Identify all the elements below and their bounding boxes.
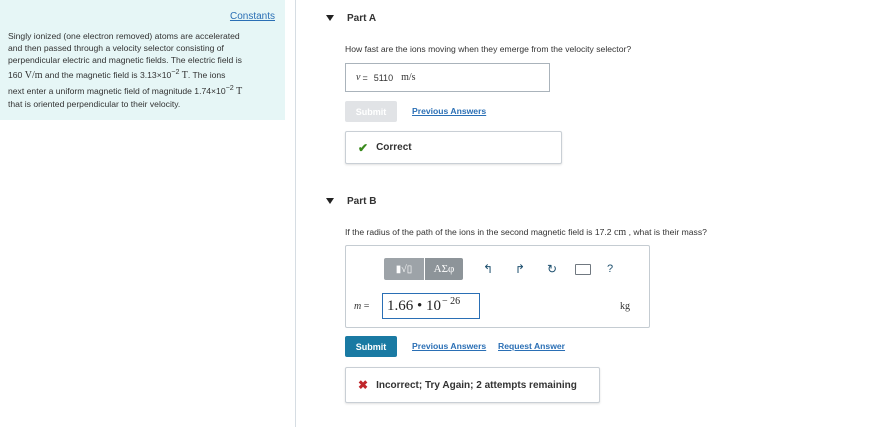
question-text: , what is their mass? <box>626 227 707 237</box>
collapse-triangle-icon[interactable] <box>326 15 334 21</box>
part-b-submit-button[interactable]: Submit <box>345 336 397 357</box>
part-a-header[interactable]: Part A <box>326 10 376 26</box>
part-a-feedback: ✔ Correct <box>345 131 562 164</box>
request-answer-link[interactable]: Request Answer <box>498 341 565 351</box>
greek-symbols-button[interactable]: ΑΣφ <box>425 258 463 280</box>
reset-icon[interactable]: ↻ <box>545 262 559 276</box>
problem-line: Singly ionized (one electron removed) at… <box>8 31 240 41</box>
part-a-submit-button[interactable]: Submit <box>345 101 397 122</box>
math-templates-button[interactable]: ▮√▯ <box>384 258 424 280</box>
problem-line: perpendicular electric and magnetic fiel… <box>8 55 242 65</box>
redo-icon[interactable]: ↱ <box>513 262 527 276</box>
part-a-answer-field[interactable]: v = 5110 m/s <box>345 63 550 92</box>
problem-panel: Constants Singly ionized (one electron r… <box>0 0 285 120</box>
collapse-triangle-icon[interactable] <box>326 198 334 204</box>
math-toolbar: ▮√▯ ΑΣφ ↰ ↱ ↻ ? <box>384 258 613 280</box>
problem-statement: Singly ionized (one electron removed) at… <box>8 30 280 110</box>
problem-text-fragment: next enter a uniform magnetic field of m… <box>8 85 226 96</box>
problem-text-fragment: 160 <box>8 69 25 80</box>
unit-text: T <box>233 85 243 97</box>
part-a-title: Part A <box>347 12 377 24</box>
answer-unit: kg <box>620 301 630 312</box>
part-b-question: If the radius of the path of the ions in… <box>345 227 707 238</box>
feedback-text: Correct <box>376 142 412 153</box>
problem-line: 160 V/m and the magnetic field is 3.13×1… <box>8 66 280 82</box>
part-a-previous-answers-link[interactable]: Previous Answers <box>412 106 486 116</box>
constants-link[interactable]: Constants <box>230 11 275 22</box>
part-b-math-input[interactable]: 1.66 • 10− 26 <box>382 293 480 319</box>
panel-divider <box>295 0 296 427</box>
answer-variable: m = <box>354 301 369 312</box>
problem-line: next enter a uniform magnetic field of m… <box>8 82 280 98</box>
answer-value: 5110 <box>373 72 394 83</box>
exponent: −2 <box>225 83 234 92</box>
feedback-text: Incorrect; Try Again; 2 attempts remaini… <box>376 379 577 391</box>
part-b-feedback: ✖ Incorrect; Try Again; 2 attempts remai… <box>345 367 600 403</box>
answer-unit: m/s <box>401 72 416 83</box>
keyboard-icon[interactable] <box>575 263 591 275</box>
part-a-question: How fast are the ions moving when they e… <box>345 44 632 54</box>
undo-icon[interactable]: ↰ <box>481 262 495 276</box>
part-b-title: Part B <box>347 195 377 207</box>
check-icon: ✔ <box>358 140 369 155</box>
part-b-answer-editor: ▮√▯ ΑΣφ ↰ ↱ ↻ ? m = 1.66 • 10− 26 kg <box>345 245 650 328</box>
problem-line: and then passed through a velocity selec… <box>8 43 224 53</box>
problem-text-fragment: . The ions <box>187 69 226 80</box>
answer-variable: v <box>356 72 361 83</box>
problem-text-fragment: and the magnetic field is 3.13×10 <box>42 69 172 80</box>
x-icon: ✖ <box>358 378 369 392</box>
help-icon[interactable]: ? <box>607 263 613 275</box>
unit-text: T <box>179 69 188 81</box>
answer-mantissa: 1.66 • 10 <box>387 297 442 314</box>
problem-line: that is oriented perpendicular to their … <box>8 98 181 109</box>
unit-text: V/m <box>24 69 43 81</box>
unit-text: cm <box>613 227 627 238</box>
equals-sign: = <box>362 72 368 83</box>
part-b-previous-answers-link[interactable]: Previous Answers <box>412 341 486 351</box>
question-text: If the radius of the path of the ions in… <box>345 227 614 237</box>
part-b-header[interactable]: Part B <box>326 193 376 209</box>
equals-sign: = <box>361 301 370 312</box>
answer-exponent: − 26 <box>442 295 461 307</box>
